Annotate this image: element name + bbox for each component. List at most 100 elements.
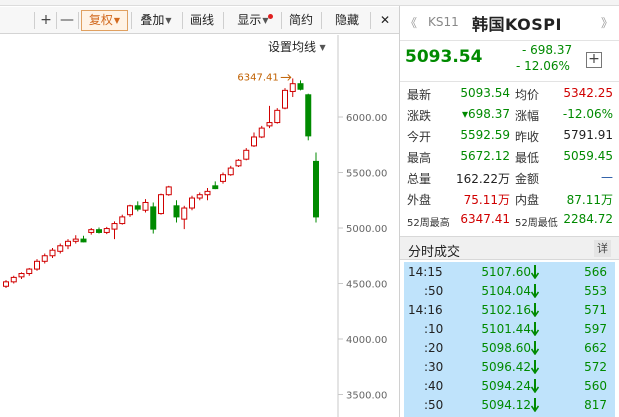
symbol-code: KS11 <box>428 15 459 29</box>
prev-symbol-button[interactable]: 《 <box>405 14 417 31</box>
tick-row: 14:16 5102.16 571 <box>404 301 615 320</box>
candle-body <box>18 273 25 278</box>
tick-price: 5098.60 <box>481 341 531 355</box>
candle-body <box>204 190 211 196</box>
candles <box>3 78 319 288</box>
kline-chart-canvas: 6000.00 5500.00 5000.00 4500.00 4000.00 3500.… <box>3 35 387 417</box>
candle-body <box>220 174 226 182</box>
down-arrow-icon <box>531 284 539 298</box>
candle-body <box>134 205 141 210</box>
toolbar-left-button[interactable] <box>2 10 32 31</box>
candle-body <box>88 229 95 233</box>
stat-value: 5592.59 <box>460 128 510 142</box>
candle-body <box>10 276 17 283</box>
candle-body <box>96 229 102 233</box>
candle-body <box>65 240 71 247</box>
tick-row: :30 5096.42 572 <box>404 358 615 377</box>
zoom-out-button[interactable]: — <box>58 10 76 31</box>
candle-body <box>34 260 40 270</box>
tick-time: :50 <box>424 284 444 298</box>
notification-dot-icon <box>268 14 273 19</box>
add-watchlist-button[interactable]: + <box>586 52 602 68</box>
y-tick-label: 5500.00 <box>346 169 387 180</box>
toolbar-separator <box>78 12 79 29</box>
tick-row: :50 5104.04 553 <box>404 282 615 301</box>
adjust-label: 复权 <box>88 13 113 27</box>
tick-volume: 817 <box>584 398 607 412</box>
quote-stats: 最新 5093.54 均价 5342.25 涨跌 ▾698.37 涨幅 -12.06% 今开 55… <box>400 84 619 234</box>
tick-time: :40 <box>424 379 444 393</box>
zoom-in-button[interactable]: + <box>37 10 55 31</box>
tick-volume: 553 <box>584 284 607 298</box>
kline-chart[interactable]: 6000.00 5500.00 5000.00 4500.00 4000.00 3500.… <box>0 35 399 417</box>
overlay-label: 叠加 <box>140 13 165 27</box>
stat-label: 52周最低 <box>515 218 558 229</box>
hide-button[interactable]: 隐藏 <box>327 10 367 31</box>
chevron-down-icon: ▼ <box>165 16 172 25</box>
stat-row: 最新 5093.54 均价 5342.25 <box>400 84 619 105</box>
close-icon[interactable]: ✕ <box>376 10 394 31</box>
tick-row: :40 5094.24 560 <box>404 377 615 396</box>
stat-value: 5342.25 <box>563 86 613 100</box>
ticks-detail-button[interactable]: 详 <box>594 240 611 257</box>
y-tick-label: 6000.00 <box>346 113 387 124</box>
stat-value: -12.06% <box>562 107 613 121</box>
down-arrow-icon <box>531 322 539 336</box>
candle-body <box>313 160 319 218</box>
candle-body <box>165 186 172 196</box>
tick-volume: 597 <box>584 322 607 336</box>
tick-price: 5094.24 <box>481 379 531 393</box>
candle-body <box>72 238 79 242</box>
toolbar-separator <box>182 12 183 29</box>
down-arrow-icon <box>531 265 539 279</box>
candle-body <box>212 185 219 190</box>
price-summary: 5093.54 - 698.37 - 12.06% + <box>400 40 619 82</box>
overlay-dropdown-button[interactable]: 叠加▼ <box>134 10 178 31</box>
display-label: 显示 <box>237 13 262 27</box>
peak-annotation: 6347.41 <box>237 72 292 83</box>
toolbar-separator <box>370 12 371 29</box>
tick-price: 5107.60 <box>481 265 531 279</box>
candle-body <box>189 197 195 209</box>
peak-label: 6347.41 <box>237 72 278 83</box>
stat-value: 5672.12 <box>460 149 510 163</box>
stat-label: 最低 <box>515 151 540 165</box>
symbol-name: 韩国KOSPI <box>472 15 562 34</box>
tick-price: 5101.44 <box>481 322 531 336</box>
candle-body <box>57 245 64 252</box>
stat-row: 涨跌 ▾698.37 涨幅 -12.06% <box>400 105 619 126</box>
adjust-dropdown-button[interactable]: 复权▼ <box>81 10 128 31</box>
stat-label: 外盘 <box>407 193 432 207</box>
toolbar-separator <box>56 12 57 29</box>
candle-body <box>243 149 250 160</box>
stat-value: 6347.41 <box>460 212 510 226</box>
ma-setting-dropdown[interactable]: 设置均线 ▼ <box>268 38 326 55</box>
tick-volume: 662 <box>584 341 607 355</box>
candle-body <box>119 216 126 225</box>
stat-label: 今开 <box>407 130 432 144</box>
candle-body <box>158 194 164 215</box>
tick-row: 14:15 5107.60 566 <box>404 263 615 282</box>
stat-label: 最高 <box>407 151 432 165</box>
tick-price: 5104.04 <box>481 284 531 298</box>
price-change: - 698.37 <box>522 43 573 57</box>
stat-label: 昨收 <box>515 130 540 144</box>
candle-body <box>150 206 157 230</box>
price-axis: 6000.00 5500.00 5000.00 4500.00 4000.00 3500.… <box>338 113 387 402</box>
toolbar-separator <box>281 12 282 29</box>
draw-line-button[interactable]: 画线 <box>186 10 218 31</box>
tick-time: 14:15 <box>408 265 443 279</box>
simple-mode-button[interactable]: 简约 <box>286 10 316 31</box>
stat-row: 52周最高 6347.41 52周最低 2284.72 <box>400 210 619 231</box>
y-tick-label: 5000.00 <box>346 224 387 235</box>
toolbar-separator <box>321 12 322 29</box>
stat-label: 涨跌 <box>407 109 432 123</box>
tick-price: 5094.12 <box>481 398 531 412</box>
toolbar-separator <box>34 12 35 29</box>
next-symbol-button[interactable]: 》 <box>601 14 613 31</box>
candle-body <box>127 205 133 216</box>
candle-body <box>26 268 33 275</box>
stat-label: 内盘 <box>515 193 540 207</box>
price-change-percent: - 12.06% <box>516 59 570 73</box>
ticks-list[interactable]: 14:15 5107.60 566:50 5104.04 553 14:16 5102.16… <box>404 262 615 417</box>
